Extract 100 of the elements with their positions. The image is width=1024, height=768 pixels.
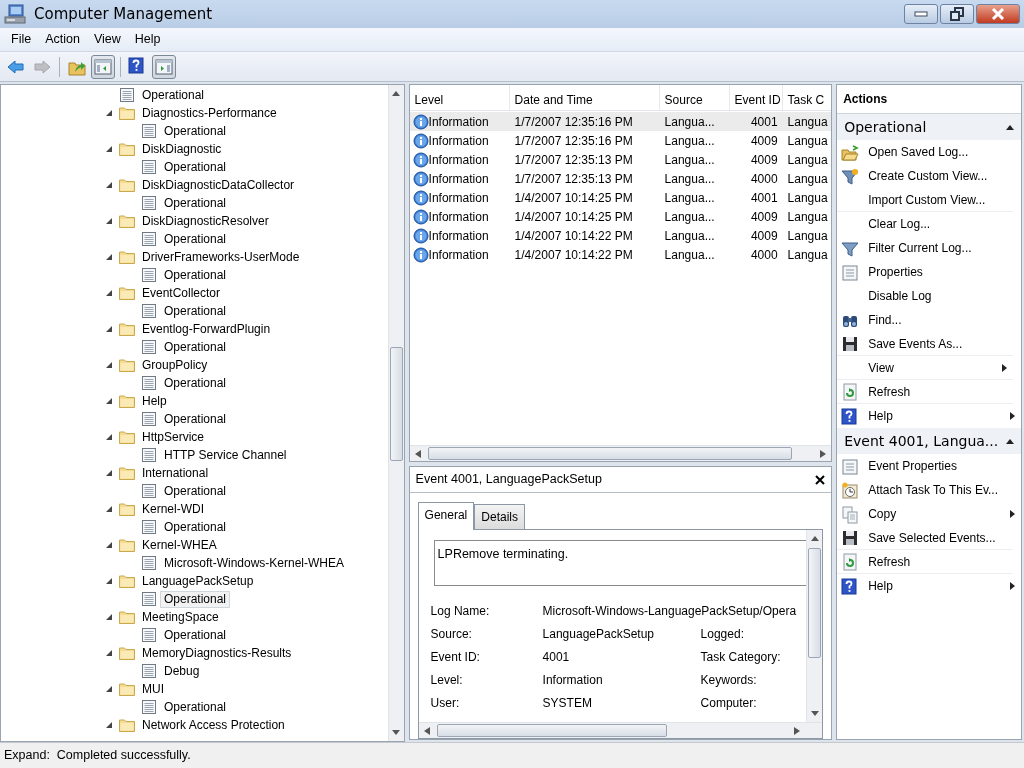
- close-button[interactable]: [815, 474, 826, 485]
- tree-item[interactable]: Microsoft-Windows-Kernel-WHEA: [160, 554, 349, 572]
- expander-icon[interactable]: [105, 721, 113, 729]
- tree-item[interactable]: DriverFrameworks-UserMode: [138, 248, 304, 266]
- scrollbar-thumb[interactable]: [436, 724, 667, 737]
- tree-item[interactable]: HTTP Service Channel: [160, 446, 291, 464]
- tree-item[interactable]: Operational: [160, 338, 231, 356]
- tree-item[interactable]: Operational: [160, 122, 231, 140]
- expander-icon[interactable]: [105, 253, 113, 261]
- action-link[interactable]: Import Custom View...: [868, 190, 1007, 209]
- expander-icon[interactable]: [105, 109, 113, 117]
- tree-item[interactable]: Operational: [138, 86, 209, 104]
- expander-icon[interactable]: [105, 397, 113, 405]
- tree-item[interactable]: MUI: [138, 680, 168, 698]
- column-header[interactable]: Level: [409, 85, 510, 110]
- restore-button[interactable]: [940, 4, 974, 24]
- action-link[interactable]: Event Properties: [868, 457, 1015, 475]
- collapse-icon[interactable]: [1006, 438, 1014, 445]
- action-link[interactable]: Filter Current Log...: [868, 239, 1015, 257]
- expander-icon[interactable]: [105, 433, 113, 441]
- action-link[interactable]: Help: [868, 407, 1010, 425]
- tree-item[interactable]: Operational: [160, 482, 231, 500]
- event-row[interactable]: Information 1/7/2007 12:35:16 PM Langua... 4001 Langua: [409, 112, 832, 131]
- tree-item[interactable]: MemoryDiagnostics-Results: [138, 644, 296, 662]
- menu-item[interactable]: File: [4, 28, 39, 51]
- action-link[interactable]: Properties: [868, 263, 1015, 281]
- minimize-button[interactable]: [904, 4, 938, 24]
- tree-item[interactable]: GroupPolicy: [138, 356, 212, 374]
- expander-icon[interactable]: [105, 145, 113, 153]
- action-link[interactable]: Disable Log: [868, 287, 1015, 305]
- expander-icon[interactable]: [105, 361, 113, 369]
- expander-icon[interactable]: [105, 541, 113, 549]
- expander-icon[interactable]: [105, 505, 113, 513]
- event-row[interactable]: Information 1/4/2007 10:14:22 PM Langua... 4009 Langua: [409, 226, 832, 245]
- expander-icon[interactable]: [105, 289, 113, 297]
- action-link[interactable]: Refresh: [868, 382, 1007, 401]
- event-row[interactable]: Information 1/7/2007 12:35:13 PM Langua... 4000 Langua: [409, 169, 832, 188]
- tree-item[interactable]: Operational: [160, 626, 231, 644]
- column-header[interactable]: Source: [659, 85, 730, 110]
- tree-item[interactable]: Kernel-WHEA: [138, 536, 221, 554]
- expander-icon[interactable]: [105, 469, 113, 477]
- menu-item[interactable]: View: [86, 28, 128, 51]
- action-link[interactable]: Save Events As...: [868, 334, 1007, 353]
- expander-icon[interactable]: [105, 325, 113, 333]
- tree-item[interactable]: DiskDiagnostic: [138, 140, 226, 158]
- tree-item[interactable]: Debug: [160, 662, 204, 680]
- scrollbar[interactable]: [409, 445, 832, 462]
- column-header[interactable]: Task C: [782, 85, 828, 110]
- tree-item[interactable]: DiskDiagnosticResolver: [138, 212, 273, 230]
- action-link[interactable]: Create Custom View...: [868, 167, 1015, 185]
- expander-icon[interactable]: [105, 577, 113, 585]
- event-row[interactable]: Information 1/7/2007 12:35:13 PM Langua... 4009 Langua: [409, 150, 832, 169]
- column-header[interactable]: Event ID: [729, 85, 783, 110]
- tree-item[interactable]: Operational: [160, 374, 231, 392]
- tree-item[interactable]: Operational: [160, 698, 231, 716]
- menu-item[interactable]: Action: [38, 28, 87, 51]
- action-link[interactable]: View: [868, 358, 1002, 377]
- expander-icon[interactable]: [105, 649, 113, 657]
- event-row[interactable]: Information 1/4/2007 10:14:25 PM Langua... 4001 Langua: [409, 188, 832, 207]
- collapse-icon[interactable]: [1006, 124, 1014, 131]
- tree-item[interactable]: Operational: [160, 518, 231, 536]
- tab[interactable]: Details: [474, 504, 525, 529]
- action-link[interactable]: Copy: [868, 505, 1010, 523]
- event-row[interactable]: Information 1/4/2007 10:14:25 PM Langua... 4009 Langua: [409, 207, 832, 226]
- tab[interactable]: General: [417, 502, 475, 530]
- action-link[interactable]: Clear Log...: [868, 215, 1015, 233]
- tree-item[interactable]: Operational: [160, 194, 231, 212]
- tree-item[interactable]: EventCollector: [138, 284, 225, 302]
- action-link[interactable]: Attach Task To This Ev...: [868, 481, 1015, 499]
- event-row[interactable]: Information 1/4/2007 10:14:22 PM Langua... 4000 Langua: [409, 245, 832, 264]
- action-link[interactable]: Open Saved Log...: [868, 143, 1015, 161]
- action-link[interactable]: Refresh: [868, 552, 1007, 571]
- tree-item[interactable]: International: [138, 464, 213, 482]
- tree-item[interactable]: HttpService: [138, 428, 209, 446]
- scrollbar-thumb[interactable]: [427, 447, 792, 461]
- tree-item[interactable]: Eventlog-ForwardPlugin: [138, 320, 275, 338]
- tree-item[interactable]: Network Access Protection: [138, 716, 289, 734]
- tree-item[interactable]: Operational: [160, 410, 231, 428]
- tree-item[interactable]: MeetingSpace: [138, 608, 223, 626]
- tree-item[interactable]: Operational: [160, 266, 231, 284]
- expander-icon[interactable]: [105, 613, 113, 621]
- scrollbar[interactable]: [806, 530, 823, 722]
- scrollbar-thumb[interactable]: [389, 347, 403, 461]
- action-link[interactable]: Help: [868, 577, 1010, 595]
- menu-item[interactable]: Help: [127, 28, 168, 51]
- tree-item[interactable]: LanguagePackSetup: [138, 572, 258, 590]
- tree-item[interactable]: DiskDiagnosticDataCollector: [138, 176, 299, 194]
- event-row[interactable]: Information 1/7/2007 12:35:16 PM Langua... 4009 Langua: [409, 131, 832, 150]
- tree-item[interactable]: Operational: [160, 590, 231, 608]
- tree-item[interactable]: Help: [138, 392, 171, 410]
- column-header[interactable]: Date and Time: [509, 85, 660, 110]
- tree-item[interactable]: Kernel-WDI: [138, 500, 208, 518]
- expander-icon[interactable]: [105, 217, 113, 225]
- expander-icon[interactable]: [105, 181, 113, 189]
- tree-item[interactable]: Diagnostics-Performance: [138, 104, 281, 122]
- action-link[interactable]: Save Selected Events...: [868, 528, 1007, 547]
- action-link[interactable]: Find...: [868, 311, 1015, 329]
- expander-icon[interactable]: [105, 685, 113, 693]
- tree-item[interactable]: Operational: [160, 230, 231, 248]
- scrollbar[interactable]: [418, 722, 823, 738]
